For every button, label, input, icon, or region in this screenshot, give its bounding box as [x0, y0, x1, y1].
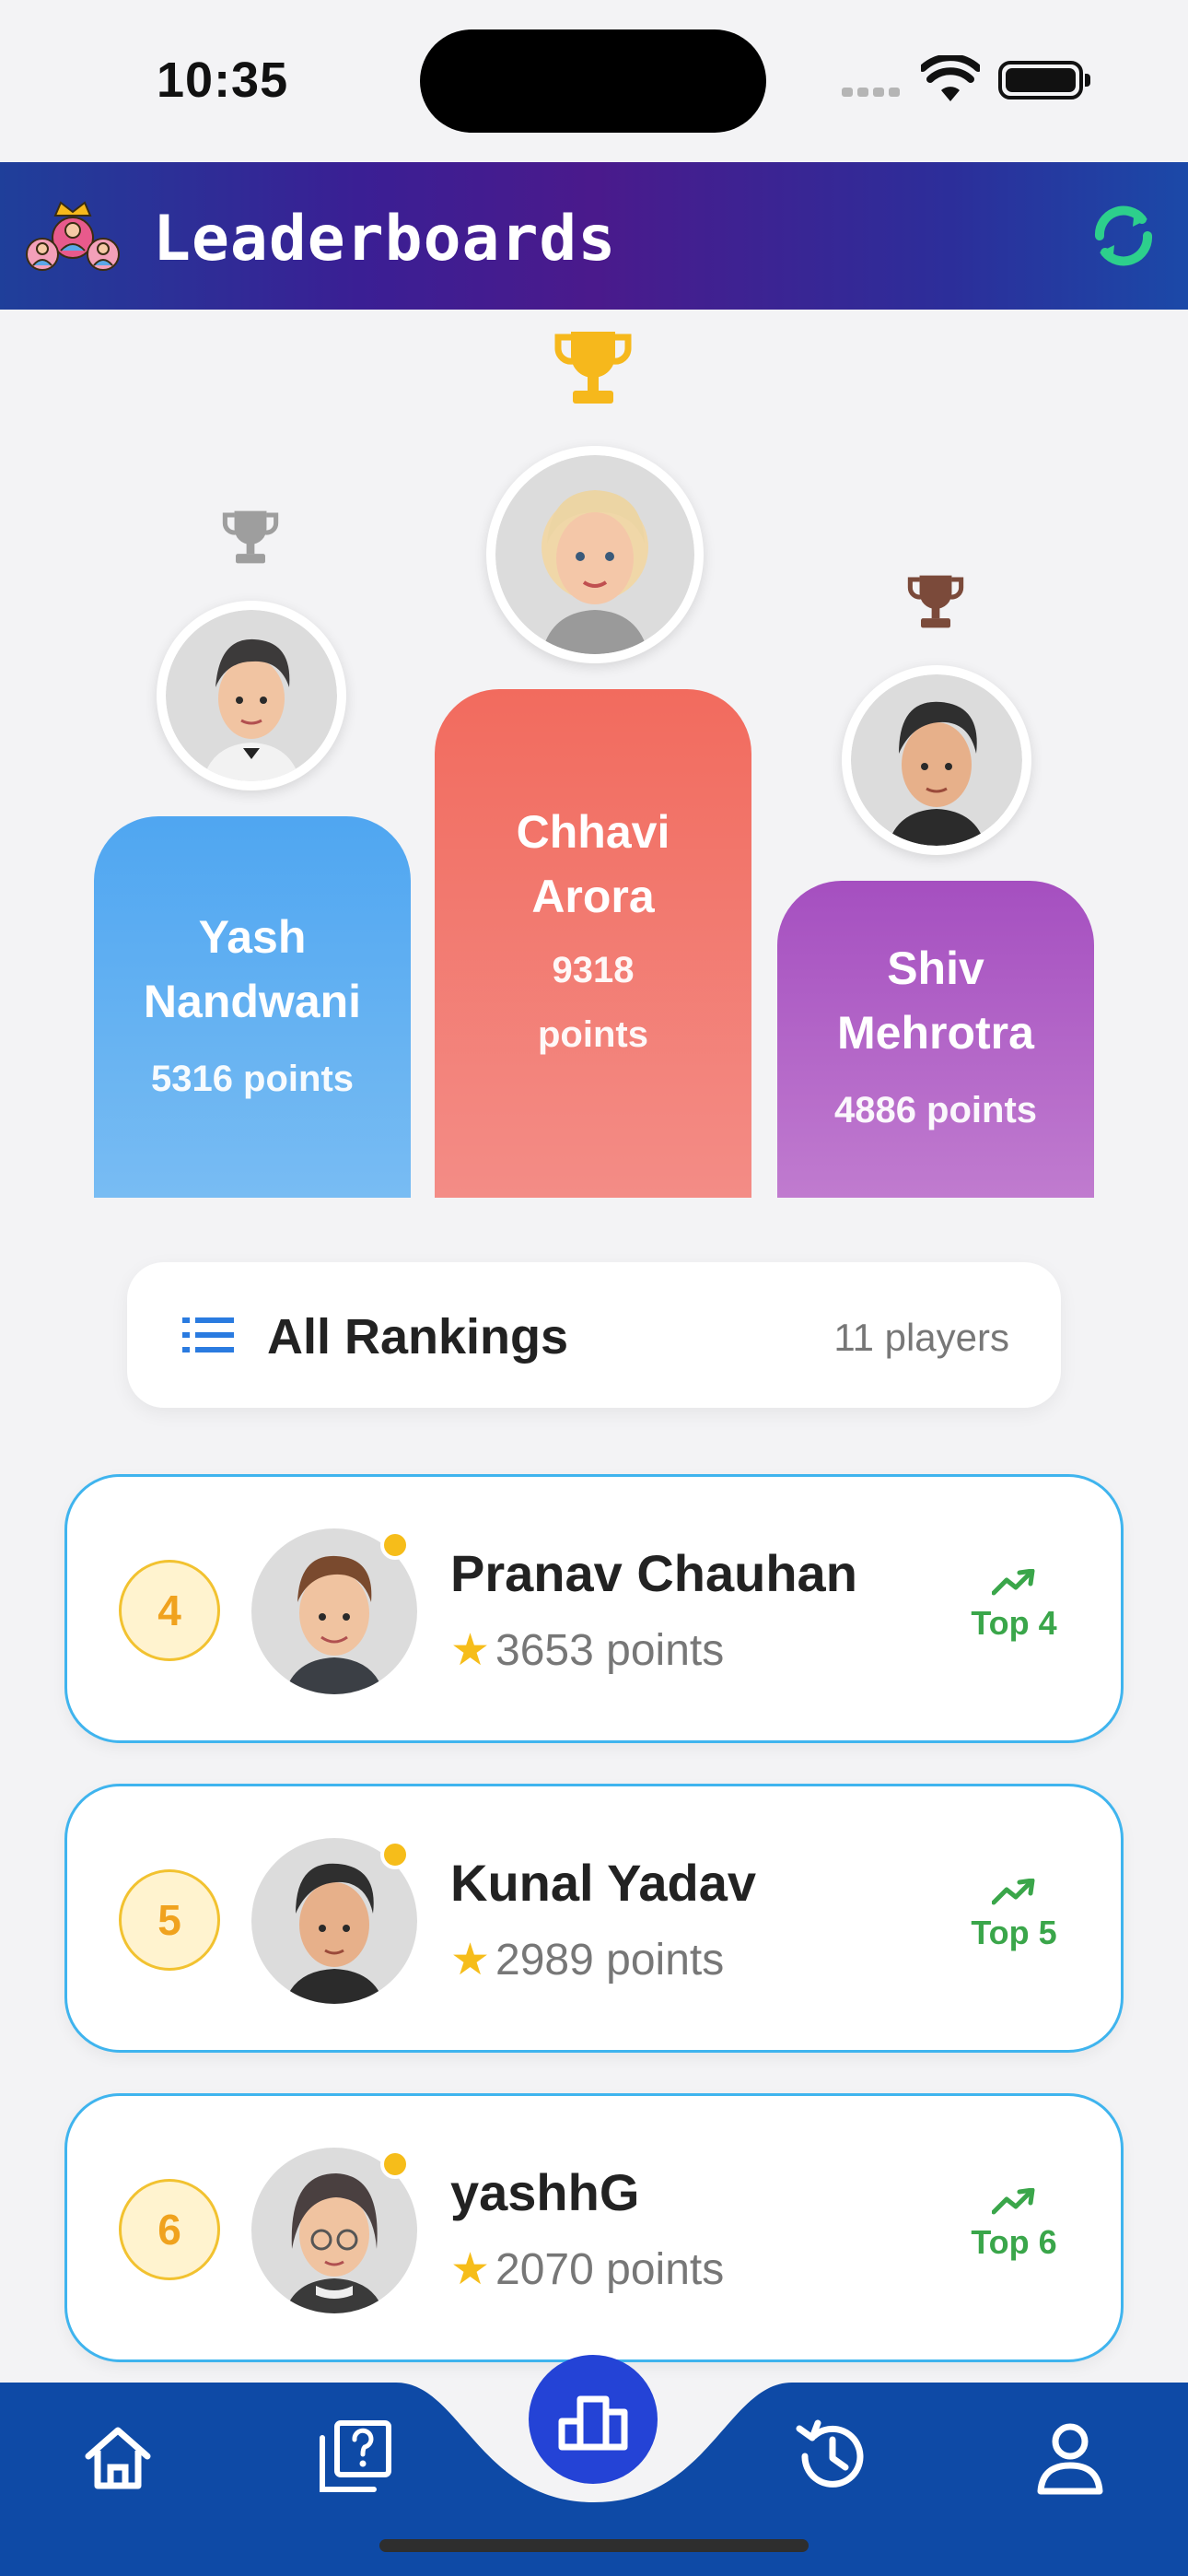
player-points-value: 3653 points [495, 1626, 725, 1675]
player-name: yashhG [450, 2163, 640, 2221]
third-place-name-line2: Mehrotra [837, 1007, 1034, 1059]
trending-up-icon [992, 2188, 1035, 2215]
avatar-illustration [203, 638, 300, 781]
podium-second-place[interactable]: Yash Nandwani 5316 points [94, 816, 411, 1198]
leaderboard-icon [558, 2395, 628, 2451]
player-name: Pranav Chauhan [450, 1544, 857, 1602]
star-icon: ★ [450, 1936, 491, 1985]
trending-up-icon [992, 1569, 1035, 1596]
podium-first-place[interactable]: Chhavi Arora 9318 points [435, 689, 751, 1198]
player-points-value: 2989 points [495, 1936, 725, 1985]
trend-indicator: Top 5 [959, 1879, 1069, 1952]
status-bar: 10:35 [0, 0, 1188, 162]
bronze-trophy-icon [907, 575, 964, 628]
page-title: Leaderboards [153, 203, 617, 275]
player-points: ★ 3653 points [450, 1624, 724, 1676]
home-icon[interactable] [81, 2421, 155, 2495]
player-points: ★ 2989 points [450, 1934, 724, 1985]
online-status-dot [380, 1530, 410, 1560]
avatar-second-place [157, 601, 346, 790]
second-place-points: 5316 points [150, 1059, 355, 1099]
all-rankings-header: All Rankings 11 players [127, 1262, 1061, 1408]
history-icon[interactable] [792, 2416, 873, 2497]
first-place-points: 9318 [552, 950, 635, 990]
dynamic-island [420, 29, 766, 133]
avatar-third-place [842, 665, 1031, 855]
star-icon: ★ [450, 2245, 491, 2294]
silver-trophy-icon [222, 510, 279, 564]
leaderboards-screen: 10:35 Leaderboards Chhavi Arora 9318 poi… [0, 0, 1188, 2576]
trend-label: Top 4 [971, 1604, 1057, 1642]
trend-indicator: Top 6 [959, 2188, 1069, 2262]
second-place-name: Yash [198, 911, 307, 963]
third-place-name: Shiv [887, 943, 984, 994]
podium-third-place[interactable]: Shiv Mehrotra 4886 points [777, 881, 1094, 1198]
trend-label: Top 6 [971, 2223, 1057, 2261]
avatar-illustration [888, 701, 985, 846]
player-points: ★ 2070 points [450, 2243, 724, 2295]
gold-trophy-icon [554, 332, 632, 404]
quiz-question-icon[interactable] [317, 2418, 394, 2495]
leaderboard-team-crown-icon [26, 201, 120, 271]
players-count: 11 players [833, 1316, 1009, 1359]
app-bar: Leaderboards [0, 162, 1188, 310]
ranking-card[interactable]: 6 yashhG ★ 2070 points Top 6 [64, 2093, 1124, 2362]
wifi-icon [921, 55, 980, 101]
online-status-dot [380, 2149, 410, 2179]
ranking-card[interactable]: 4 Pranav Chauhan ★ 3653 points Top 4 [64, 1474, 1124, 1743]
star-icon: ★ [450, 1626, 491, 1675]
first-place-points-unit: points [538, 1014, 648, 1055]
leaderboard-nav-button[interactable] [529, 2355, 658, 2484]
player-name: Kunal Yadav [450, 1854, 757, 1912]
status-time: 10:35 [157, 53, 289, 108]
ranking-card[interactable]: 5 Kunal Yadav ★ 2989 points Top 5 [64, 1784, 1124, 2053]
third-place-points: 4886 points [833, 1090, 1038, 1130]
rank-badge: 6 [119, 2179, 220, 2280]
avatar-first-place [486, 446, 704, 663]
avatar-illustration [542, 490, 648, 654]
cellular-signal-icon [842, 85, 904, 101]
first-place-name-line2: Arora [531, 871, 655, 922]
second-place-name-line2: Nandwani [143, 976, 362, 1027]
refresh-icon[interactable] [1087, 199, 1160, 273]
first-place-name: Chhavi [516, 806, 670, 858]
trending-up-icon [992, 1879, 1035, 1905]
player-points-value: 2070 points [495, 2245, 725, 2294]
all-rankings-title: All Rankings [267, 1309, 569, 1364]
online-status-dot [380, 1840, 410, 1869]
list-icon [182, 1317, 234, 1352]
trend-label: Top 5 [971, 1914, 1057, 1951]
rank-badge: 5 [119, 1869, 220, 1971]
profile-icon[interactable] [1033, 2419, 1107, 2497]
home-indicator [379, 2539, 809, 2552]
trend-indicator: Top 4 [959, 1569, 1069, 1643]
rank-badge: 4 [119, 1560, 220, 1661]
battery-icon [998, 61, 1090, 100]
